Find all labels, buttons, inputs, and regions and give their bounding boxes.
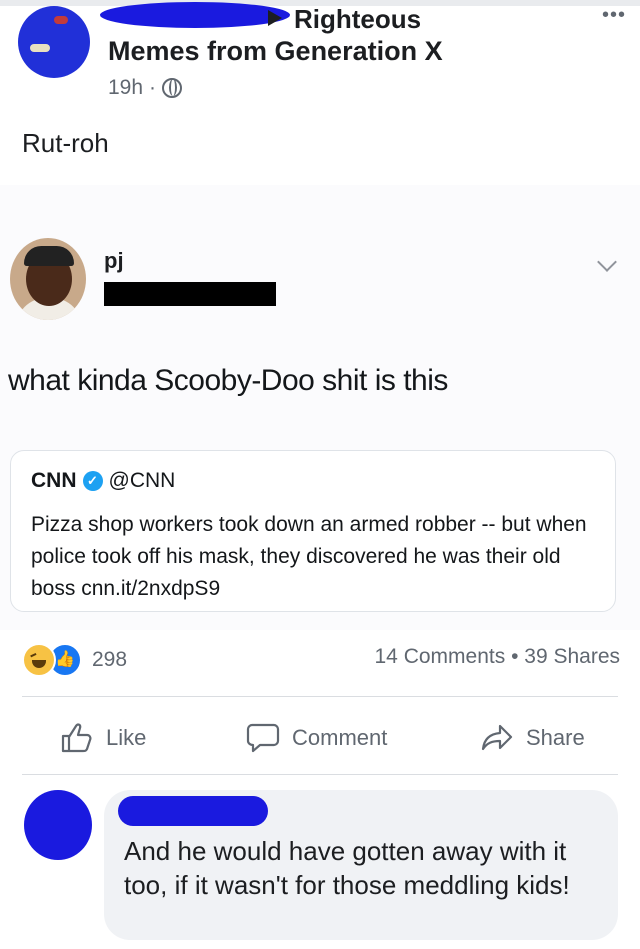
tweet-text: what kinda Scooby-Doo shit is this: [8, 364, 448, 397]
tweet-author-name: pj: [104, 248, 124, 273]
post-meta: 19h ·: [108, 76, 183, 100]
group-avatar[interactable]: [18, 6, 90, 78]
commenter-avatar[interactable]: [24, 790, 92, 860]
group-name[interactable]: Righteous: [268, 4, 421, 35]
reaction-summary[interactable]: 👍 298: [22, 643, 127, 677]
like-button[interactable]: Like: [60, 722, 146, 754]
avatar-cap: [24, 246, 74, 266]
stats-separator: •: [511, 645, 519, 668]
post-time[interactable]: 19h: [108, 76, 143, 100]
reaction-count: 298: [92, 648, 128, 671]
avatar-detail: [54, 16, 68, 24]
like-label: Like: [106, 725, 147, 750]
haha-reaction-icon: [22, 643, 56, 677]
comment-bubble-icon: [246, 723, 280, 753]
quoted-source: CNN: [31, 469, 77, 492]
post-text: Rut-roh: [22, 128, 109, 158]
share-label: Share: [526, 725, 585, 750]
post-stats: 14 Comments • 39 Shares: [375, 645, 621, 669]
quoted-tweet: CNN ✓ @CNN Pizza shop workers took down …: [10, 450, 616, 612]
more-options-icon[interactable]: •••: [602, 4, 626, 27]
share-arrow-icon: [481, 724, 513, 751]
redaction-scribble: [100, 2, 290, 28]
comment-text: And he would have gotten away with it to…: [124, 836, 570, 900]
divider: [22, 696, 618, 697]
verified-badge-icon: ✓: [82, 471, 103, 491]
arrow-right-icon: [268, 10, 282, 27]
comment-button[interactable]: Comment: [246, 722, 387, 754]
share-button[interactable]: Share: [480, 722, 585, 754]
comment-label: Comment: [292, 725, 388, 750]
redaction-scribble: [118, 796, 268, 826]
quoted-tweet-text: Pizza shop workers took down an armed ro…: [31, 513, 587, 600]
redaction-bar: [104, 282, 276, 306]
quoted-handle: @CNN: [108, 469, 176, 492]
group-name-line2[interactable]: Memes from Generation X: [108, 36, 443, 67]
avatar: [10, 238, 86, 320]
action-bar: Like Comment Share: [0, 710, 640, 766]
meta-separator: ·: [149, 76, 157, 99]
divider: [22, 774, 618, 775]
shares-count[interactable]: 39 Shares: [524, 645, 620, 668]
thumbs-up-icon: [61, 723, 92, 753]
globe-icon: [162, 78, 183, 98]
comments-count[interactable]: 14 Comments: [375, 645, 506, 668]
quoted-tweet-header: CNN ✓ @CNN: [31, 469, 175, 493]
comment-bubble: And he would have gotten away with it to…: [104, 790, 618, 940]
avatar-detail: [30, 44, 50, 52]
